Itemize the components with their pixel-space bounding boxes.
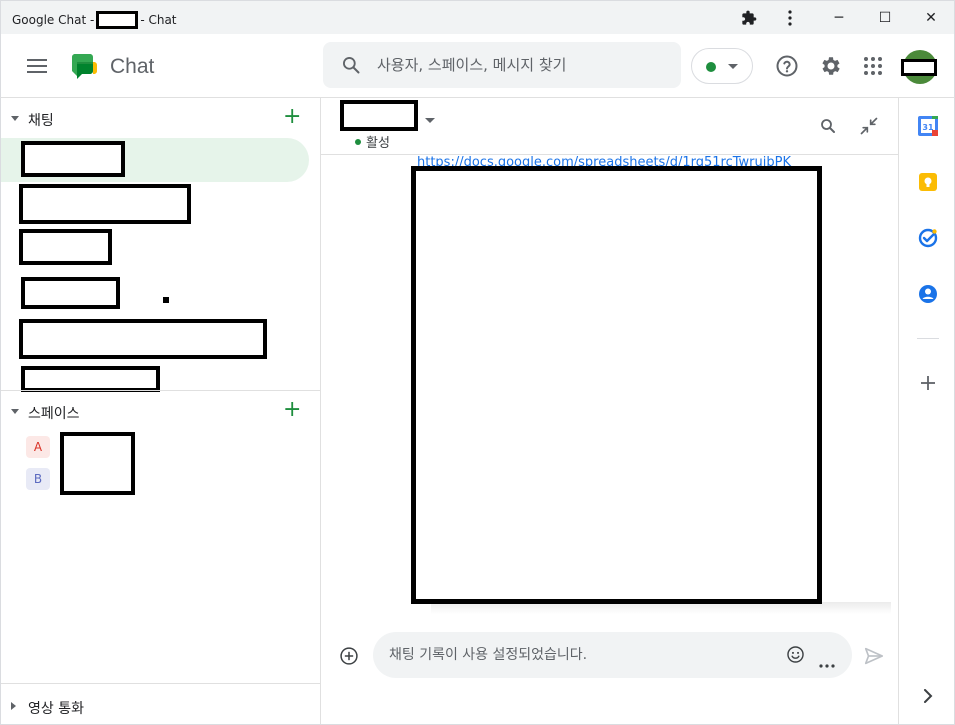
more-horiz-icon[interactable] bbox=[819, 653, 835, 672]
maximize-button[interactable]: ☐ bbox=[862, 1, 908, 35]
conversation-search-icon[interactable] bbox=[819, 117, 837, 139]
svg-text:31: 31 bbox=[922, 123, 934, 132]
app-header: Chat bbox=[0, 34, 955, 98]
chats-section-label: 채팅 bbox=[28, 113, 54, 129]
presence-status: 활성 bbox=[355, 132, 390, 151]
main-menu-icon[interactable] bbox=[27, 59, 47, 73]
close-button[interactable]: ✕ bbox=[908, 1, 954, 35]
expand-triangle-icon[interactable] bbox=[11, 702, 16, 710]
presence-label: 활성 bbox=[366, 136, 390, 151]
message-input[interactable] bbox=[389, 644, 779, 666]
presence-dot bbox=[355, 138, 361, 145]
chevron-right-icon[interactable] bbox=[917, 685, 939, 707]
new-chat-plus-icon[interactable]: + bbox=[283, 106, 301, 128]
more-vert-icon[interactable] bbox=[767, 1, 813, 35]
apps-grid-icon[interactable] bbox=[861, 54, 885, 78]
account-avatar[interactable] bbox=[901, 50, 937, 84]
unread-marker bbox=[163, 297, 169, 303]
window-titlebar: Google Chat - - Chat ─ ☐ ✕ bbox=[0, 0, 955, 34]
keep-icon[interactable] bbox=[917, 171, 939, 193]
video-calls-section-header[interactable]: 영상 통화 bbox=[1, 688, 321, 724]
space-avatar-b[interactable]: B bbox=[26, 468, 50, 490]
chat-item-active[interactable] bbox=[1, 138, 309, 182]
redacted-chat-name bbox=[19, 229, 112, 265]
status-dot bbox=[706, 62, 716, 72]
chats-section-header[interactable]: 채팅 + bbox=[1, 100, 321, 136]
chat-item[interactable] bbox=[1, 276, 309, 320]
window-title-suffix: - Chat bbox=[140, 13, 177, 27]
chat-item[interactable] bbox=[1, 228, 309, 272]
emoji-icon[interactable] bbox=[786, 645, 805, 668]
collapse-triangle-icon[interactable] bbox=[11, 116, 19, 121]
message-composer[interactable] bbox=[373, 632, 852, 678]
settings-gear-icon[interactable] bbox=[819, 54, 843, 78]
sidebar: 채팅 + 스페이스 + A B 영상 통화 bbox=[0, 98, 321, 725]
chat-item[interactable] bbox=[1, 319, 309, 363]
new-space-plus-icon[interactable]: + bbox=[283, 399, 301, 421]
google-chat-logo-icon bbox=[72, 54, 97, 79]
redacted-chat-name bbox=[21, 141, 125, 177]
help-icon[interactable] bbox=[775, 54, 799, 78]
redacted-message-content bbox=[411, 166, 822, 604]
app-name: Chat bbox=[110, 55, 155, 78]
chevron-down-icon bbox=[728, 64, 738, 69]
minimize-button[interactable]: ─ bbox=[816, 1, 862, 35]
redacted-chat-name bbox=[21, 366, 160, 392]
send-icon[interactable] bbox=[863, 645, 885, 671]
side-panel-rail: 31 bbox=[898, 98, 955, 725]
add-addon-plus-icon[interactable] bbox=[917, 372, 939, 394]
tasks-icon[interactable] bbox=[917, 227, 939, 249]
search-bar[interactable] bbox=[323, 42, 681, 88]
redacted-space-names bbox=[60, 432, 135, 495]
section-divider bbox=[1, 683, 321, 684]
collapse-arrows-icon[interactable] bbox=[859, 116, 879, 140]
conversation-panel: 활성 https://docs.google.com/spreadsheets/… bbox=[321, 98, 898, 725]
video-calls-section-label: 영상 통화 bbox=[28, 701, 84, 717]
redacted-title-block bbox=[96, 11, 139, 29]
redacted-chat-name bbox=[19, 184, 191, 224]
message-fade-shadow bbox=[431, 602, 891, 614]
calendar-icon[interactable]: 31 bbox=[917, 115, 939, 137]
collapse-triangle-icon[interactable] bbox=[11, 409, 19, 414]
redacted-conversation-title[interactable] bbox=[340, 100, 418, 131]
add-attachment-icon[interactable] bbox=[339, 646, 359, 670]
contacts-icon[interactable] bbox=[917, 283, 939, 305]
status-dropdown-button[interactable] bbox=[691, 48, 753, 84]
extensions-puzzle-icon[interactable] bbox=[726, 1, 772, 35]
space-avatar-a[interactable]: A bbox=[26, 436, 50, 458]
window-title: Google Chat - - Chat bbox=[12, 11, 177, 29]
chevron-down-icon[interactable] bbox=[425, 118, 435, 123]
spaces-section-header[interactable]: 스페이스 + bbox=[1, 393, 321, 429]
redacted-chat-name bbox=[21, 277, 120, 309]
rail-divider bbox=[917, 338, 939, 339]
section-divider bbox=[1, 390, 321, 391]
redacted-account-block bbox=[901, 59, 937, 76]
search-icon[interactable] bbox=[341, 55, 361, 75]
spaces-section-label: 스페이스 bbox=[28, 406, 80, 422]
search-input[interactable] bbox=[377, 53, 667, 77]
chat-item[interactable] bbox=[1, 182, 309, 226]
redacted-chat-name bbox=[19, 319, 267, 359]
window-title-prefix: Google Chat - bbox=[12, 13, 95, 27]
